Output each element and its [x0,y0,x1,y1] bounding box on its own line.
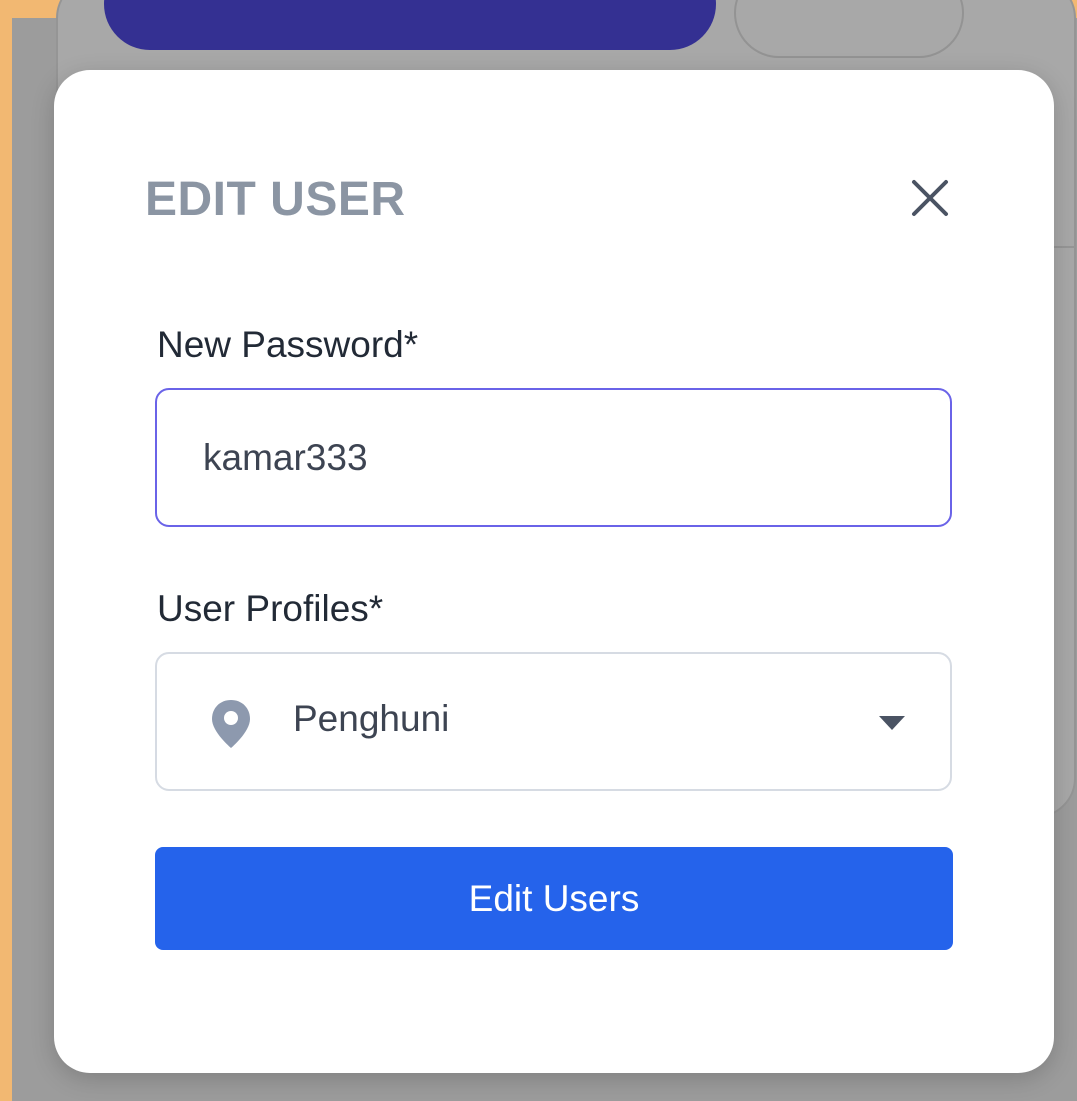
edit-user-modal: EDIT USER New Password* User Profiles* P… [54,70,1054,1073]
close-button[interactable] [902,170,958,226]
map-pin-icon [212,700,250,748]
close-icon [912,180,948,216]
page: EDIT USER New Password* User Profiles* P… [0,0,1077,1101]
chevron-down-icon [879,716,905,730]
edit-users-button[interactable]: Edit Users [155,847,953,950]
new-password-input[interactable] [155,388,952,527]
background-primary-button [104,0,716,50]
selected-profile: Penghuni [293,698,450,739]
modal-title: EDIT USER [145,173,406,226]
background-secondary-button [734,0,964,58]
user-profiles-label: User Profiles* [157,588,384,629]
password-label: New Password* [157,324,419,365]
user-profiles-select[interactable]: Penghuni [155,652,952,791]
